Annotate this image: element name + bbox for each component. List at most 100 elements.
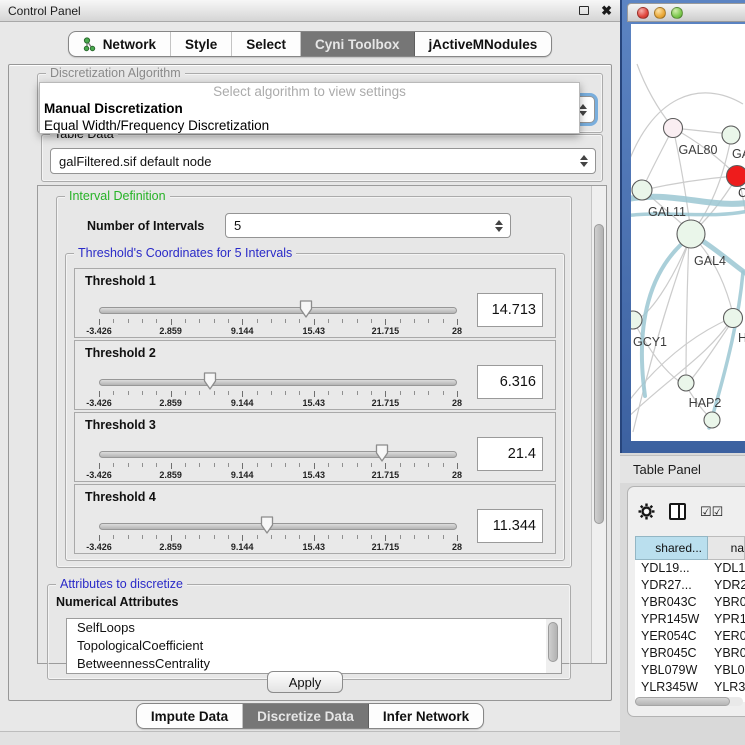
table-hscrollbar-thumb[interactable] bbox=[635, 697, 730, 706]
network-node-gal4[interactable] bbox=[677, 220, 705, 248]
column-header-name[interactable]: na bbox=[708, 536, 745, 560]
slider-track[interactable] bbox=[99, 379, 457, 386]
table-panel-header: Table Panel bbox=[620, 455, 745, 483]
node-label: H bbox=[738, 331, 745, 345]
threshold-slider[interactable]: -3.4262.8599.14415.4321.71528 bbox=[99, 521, 457, 551]
tab-label: Discretize Data bbox=[257, 709, 354, 724]
cell-name: YER0 bbox=[708, 628, 745, 645]
tab-cyni-toolbox[interactable]: Cyni Toolbox bbox=[301, 32, 415, 56]
tab-discretize-data[interactable]: Discretize Data bbox=[243, 704, 369, 728]
slider-tick bbox=[228, 535, 229, 539]
table-row[interactable]: YER054CYER0 bbox=[635, 628, 745, 645]
slider-tick-label: -3.426 bbox=[86, 398, 112, 408]
network-node-gal80[interactable] bbox=[664, 119, 683, 138]
slider-track[interactable] bbox=[99, 451, 457, 458]
checkbox-icon[interactable]: ☑☑ bbox=[700, 505, 723, 518]
column-layout-icon[interactable] bbox=[669, 503, 686, 520]
slider-tick-label: 21.715 bbox=[372, 542, 400, 552]
network-node-h[interactable] bbox=[724, 309, 743, 328]
slider-track[interactable] bbox=[99, 523, 457, 530]
slider-tick-label: 9.144 bbox=[231, 542, 254, 552]
table-data-combobox[interactable]: galFiltered.sif default node bbox=[50, 148, 596, 174]
zoom-traffic-light-icon[interactable] bbox=[671, 7, 683, 19]
slider-tick bbox=[443, 319, 444, 323]
table-row[interactable]: YLR345WYLR3 bbox=[635, 679, 745, 696]
table-row[interactable]: YPR145WYPR1 bbox=[635, 611, 745, 628]
slider-thumb[interactable] bbox=[298, 299, 313, 324]
slider-tick bbox=[400, 463, 401, 467]
list-scrollbar-thumb[interactable] bbox=[548, 622, 558, 662]
table-row[interactable]: YBL079WYBL0 bbox=[635, 662, 745, 679]
slider-tick bbox=[228, 391, 229, 395]
slider-tick bbox=[271, 391, 272, 395]
threshold-row-4: Threshold 4-3.4262.8599.14415.4321.71528… bbox=[74, 484, 556, 554]
slider-tick bbox=[228, 463, 229, 467]
tab-style[interactable]: Style bbox=[171, 32, 232, 56]
network-node-hap2[interactable] bbox=[678, 375, 694, 391]
gear-icon[interactable] bbox=[638, 503, 655, 520]
slider-tick bbox=[371, 463, 372, 467]
discretization-algorithm-title: Discretization Algorithm bbox=[46, 66, 185, 80]
slider-thumb[interactable] bbox=[202, 371, 217, 396]
slider-tick bbox=[414, 535, 415, 539]
network-node-c[interactable] bbox=[727, 166, 745, 187]
attribute-item-selfloops[interactable]: SelfLoops bbox=[67, 619, 561, 637]
slider-tick-label: -3.426 bbox=[86, 542, 112, 552]
slider-tick bbox=[385, 319, 386, 325]
slider-tick bbox=[257, 391, 258, 395]
threshold-value-field[interactable]: 14.713 bbox=[477, 293, 543, 327]
slider-tick bbox=[171, 319, 172, 325]
threshold-slider[interactable]: -3.4262.8599.14415.4321.71528 bbox=[99, 449, 457, 479]
table-data-group: Table Data galFiltered.sif default node bbox=[41, 134, 603, 182]
slider-tick bbox=[328, 535, 329, 539]
dropdown-option-manual-discretization[interactable]: Manual Discretization bbox=[40, 100, 579, 117]
slider-tick bbox=[428, 463, 429, 467]
table-horizontal-scrollbar[interactable] bbox=[635, 697, 743, 706]
attribute-item-topologicalcoefficient[interactable]: TopologicalCoefficient bbox=[67, 637, 561, 655]
combo-stepper-icon bbox=[495, 220, 503, 232]
column-header-shared[interactable]: shared... bbox=[635, 536, 708, 560]
table-row[interactable]: YBR043CYBR0 bbox=[635, 594, 745, 611]
slider-tick bbox=[342, 463, 343, 467]
settings-scrollbar-thumb[interactable] bbox=[594, 224, 604, 524]
slider-tick bbox=[299, 535, 300, 539]
table-row[interactable]: YDR27...YDR2 bbox=[635, 577, 745, 594]
network-node-gal11[interactable] bbox=[632, 180, 652, 200]
threshold-slider[interactable]: -3.4262.8599.14415.4321.71528 bbox=[99, 377, 457, 407]
table-row[interactable]: YDL19...YDL1 bbox=[635, 560, 745, 577]
tab-network[interactable]: Network bbox=[69, 32, 171, 56]
slider-thumb[interactable] bbox=[374, 443, 389, 468]
close-traffic-light-icon[interactable] bbox=[637, 7, 649, 19]
threshold-row-2: Threshold 2-3.4262.8599.14415.4321.71528… bbox=[74, 340, 556, 410]
slider-thumb[interactable] bbox=[260, 515, 275, 540]
float-window-icon[interactable] bbox=[579, 6, 589, 15]
number-of-intervals-combobox[interactable]: 5 bbox=[225, 213, 511, 238]
tab-select[interactable]: Select bbox=[232, 32, 301, 56]
dropdown-option-equal-width-frequency[interactable]: Equal Width/Frequency Discretization bbox=[40, 117, 579, 134]
slider-tick-label: 28 bbox=[452, 398, 462, 408]
minimize-traffic-light-icon[interactable] bbox=[654, 7, 666, 19]
network-node-gcy1[interactable] bbox=[631, 311, 642, 329]
settings-vertical-scrollbar[interactable] bbox=[591, 186, 606, 663]
tab-jactivemnodules[interactable]: jActiveMNodules bbox=[415, 32, 552, 56]
threshold-slider[interactable]: -3.4262.8599.14415.4321.71528 bbox=[99, 305, 457, 335]
slider-tick bbox=[99, 391, 100, 397]
threshold-value-field[interactable]: 21.4 bbox=[477, 437, 543, 471]
tab-infer-network[interactable]: Infer Network bbox=[369, 704, 483, 728]
network-canvas[interactable]: GAL80GACGAL11GAL4GCY1HHAP2 bbox=[631, 24, 745, 441]
slider-track[interactable] bbox=[99, 307, 457, 314]
tab-impute-data[interactable]: Impute Data bbox=[137, 704, 243, 728]
slider-tick-label: 9.144 bbox=[231, 470, 254, 480]
apply-button[interactable]: Apply bbox=[267, 671, 343, 693]
slider-tick bbox=[457, 535, 458, 541]
threshold-value-field[interactable]: 11.344 bbox=[477, 509, 543, 543]
close-icon[interactable]: ✖ bbox=[601, 4, 612, 17]
numerical-attributes-list[interactable]: SelfLoopsTopologicalCoefficientBetweenne… bbox=[66, 618, 562, 674]
network-node[interactable] bbox=[704, 412, 720, 428]
network-node-ga[interactable] bbox=[722, 126, 740, 144]
slider-tick-label: 28 bbox=[452, 542, 462, 552]
table-row[interactable]: YBR045CYBR0 bbox=[635, 645, 745, 662]
node-label: GAL80 bbox=[679, 143, 718, 157]
threshold-value-field[interactable]: 6.316 bbox=[477, 365, 543, 399]
slider-tick bbox=[328, 463, 329, 467]
